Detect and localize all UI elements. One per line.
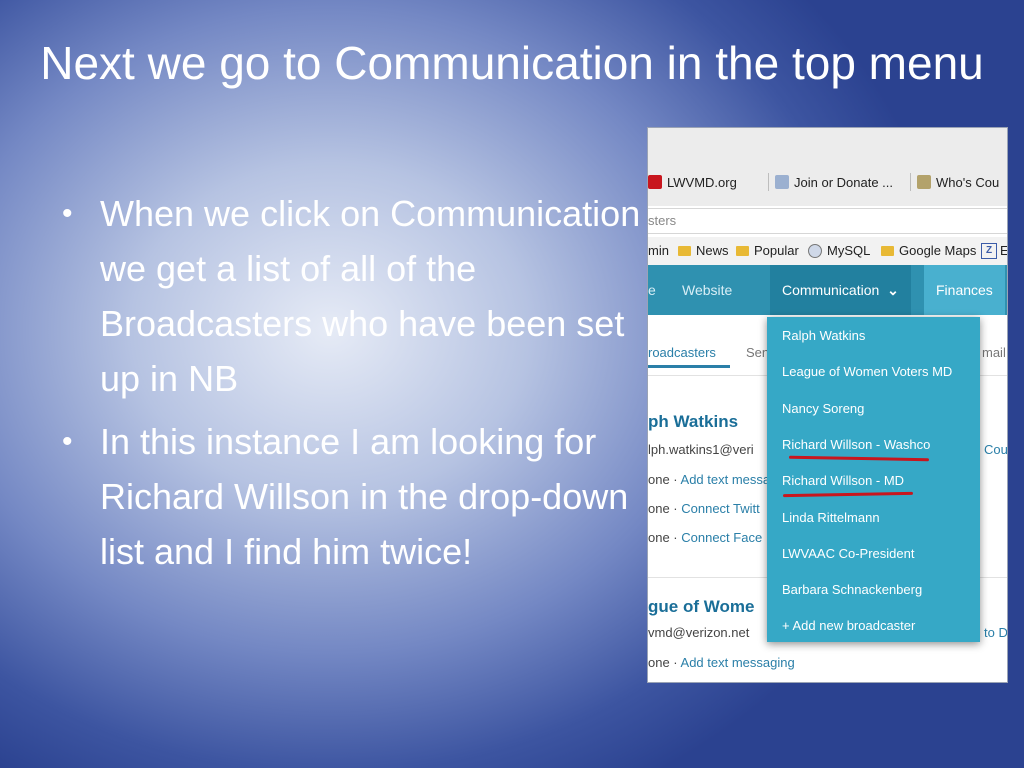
bookmark-e[interactable]: E [1000,243,1007,258]
row-prefix: one · [648,472,681,487]
action-row: one · Add text messaging [648,655,795,670]
address-text: sters [648,213,677,228]
subnav-email[interactable]: mail [982,345,1006,360]
bookmark-label: MySQL [827,243,871,258]
connect-twitter-link[interactable]: Connect Twitt [681,501,760,516]
lwvmd-icon [648,175,662,189]
tab-lwvmd[interactable]: LWVMD.org [648,170,737,194]
bullet-icon: • [62,425,73,458]
nav-item-partial[interactable]: e [648,265,656,315]
subnav-send[interactable]: Sen [746,345,769,360]
dropdown-item-barbara-schnackenberg[interactable]: Barbara Schnackenberg [782,582,922,597]
bookmark-label: Google Maps [899,243,977,258]
nav-item-website[interactable]: Website [682,265,732,315]
broadcaster-name[interactable]: gue of Wome [648,597,754,617]
tab-label: Join or Donate ... [794,174,893,190]
bookmark-label: min [648,243,669,258]
page-icon [917,175,931,189]
bullet-list: • When we click on Communication we get a… [58,186,648,587]
action-row: one · Add text messa [648,472,770,487]
bookmarks-bar: min News Popular MySQL Google Maps Z E [648,237,1007,265]
bookmark-google-maps[interactable]: Google Maps [881,243,976,258]
bookmark-mysql[interactable]: MySQL [808,243,870,258]
bookmark-popular[interactable]: Popular [736,243,799,258]
folder-icon [678,245,691,256]
tab-divider [768,173,769,191]
bookmark-news[interactable]: News [678,243,729,258]
bullet-text: When we click on Communication we get a … [100,193,641,399]
dropdown-item-nancy-soreng[interactable]: Nancy Soreng [782,401,864,416]
bullet-item: • When we click on Communication we get a… [58,186,648,406]
bookmark-z[interactable]: Z [981,243,997,259]
red-underline-annotation [782,491,914,498]
add-new-broadcaster-button[interactable]: + Add new broadcaster [782,618,915,633]
active-tab-underline [648,365,730,368]
add-text-messaging-link[interactable]: Add text messa [681,472,771,487]
tab-label: Who's Cou [936,174,1000,190]
tab-whos-counting[interactable]: Who's Cou [910,170,999,194]
z-icon: Z [981,243,997,259]
action-row: one · Connect Face [648,530,762,545]
dropdown-item-linda-rittelmann[interactable]: Linda Rittelmann [782,510,880,525]
action-row: one · Connect Twitt [648,501,760,516]
folder-icon [881,245,894,256]
chevron-down-icon: ⌄ [887,282,899,298]
bullet-item: • In this instance I am looking for Richa… [58,414,648,579]
row-prefix: one · [648,655,681,670]
browser-tab-bar: LWVMD.org Join or Donate ... Who's Cou [648,128,1007,206]
tab-divider [910,173,911,191]
screenshot-panel: LWVMD.org Join or Donate ... Who's Cou s… [648,128,1007,682]
link-to-dashboard[interactable]: to D [984,625,1007,640]
bookmark-admin[interactable]: min [648,243,669,258]
row-prefix: one · [648,501,682,516]
dropdown-item-richard-willson-md[interactable]: Richard Willson - MD [782,473,904,488]
folder-icon [736,245,749,256]
bullet-icon: • [62,197,73,230]
dropdown-item-lwvaac-co-president[interactable]: LWVAAC Co-President [782,546,914,561]
nav-item-communication[interactable]: Communication ⌄ [770,265,911,315]
subnav-broadcasters[interactable]: roadcasters [648,345,716,360]
link-counts[interactable]: Cou [984,442,1007,457]
broadcaster-name[interactable]: ph Watkins [648,412,738,432]
slide-title: Next we go to Communication in the top m… [40,37,984,89]
nav-label: Communication [782,282,880,298]
broadcaster-email: vmd@verizon.net [648,625,750,640]
connect-facebook-link[interactable]: Connect Face [681,530,762,545]
tab-join-donate[interactable]: Join or Donate ... [768,170,893,194]
bullet-text: In this instance I am looking for Richar… [100,421,629,572]
dropdown-item-league-of-women-voters[interactable]: League of Women Voters MD [782,364,952,379]
dropdown-item-richard-willson-washco[interactable]: Richard Willson - Washco [782,437,930,452]
row-prefix: one · [648,530,682,545]
broadcaster-email: lph.watkins1@veri [648,442,754,457]
bookmark-label: News [696,243,729,258]
nav-item-finances[interactable]: Finances [924,265,1005,315]
dropdown-item-ralph-watkins[interactable]: Ralph Watkins [782,328,865,343]
bookmark-label: E [1000,243,1007,258]
page-icon [775,175,789,189]
top-menu: e Website Communication ⌄ Finances [648,265,1007,315]
communication-dropdown: Ralph Watkins League of Women Voters MD … [767,317,980,642]
tab-label: LWVMD.org [667,174,737,190]
bookmark-label: Popular [754,243,799,258]
globe-icon [808,243,822,258]
address-bar[interactable]: sters [648,208,1007,234]
add-text-messaging-link[interactable]: Add text messaging [681,655,795,670]
red-underline-annotation [788,455,930,462]
